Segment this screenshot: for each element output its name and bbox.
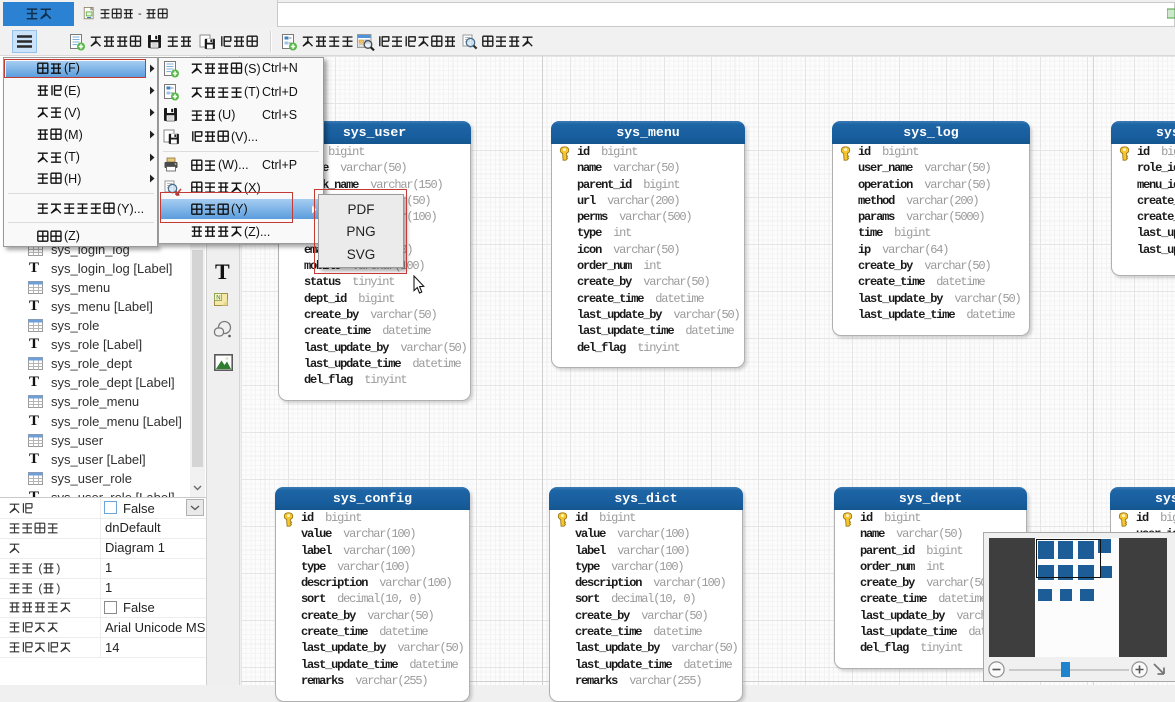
svg-text:N: N [216, 296, 220, 302]
